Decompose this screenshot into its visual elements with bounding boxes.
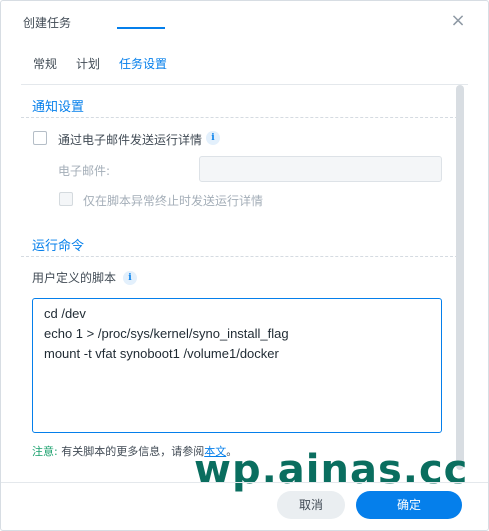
scrollbar-thumb[interactable] <box>456 85 464 470</box>
close-icon[interactable]: × <box>448 11 468 31</box>
watermark: wp.ainas.cc <box>194 447 469 493</box>
active-tab-indicator <box>117 27 165 29</box>
footer-divider <box>1 482 488 483</box>
note-prefix: 注意: <box>32 445 58 458</box>
tab-general[interactable]: 常规 <box>33 55 57 72</box>
script-label: 用户定义的脚本 <box>32 271 117 285</box>
section-divider <box>21 117 458 118</box>
task-settings-panel: 通知设置 通过电子邮件发送运行详情 i 电子邮件: 仅在脚本异常终止时发送运行详… <box>21 85 458 470</box>
email-field-label: 电子邮件: <box>58 164 111 178</box>
script-line: mount -t vfat synoboot1 /volume1/docker <box>44 346 279 361</box>
script-info-icon[interactable]: i <box>123 271 137 285</box>
script-line: cd /dev <box>44 306 86 321</box>
script-line: echo 1 > /proc/sys/kernel/syno_install_f… <box>44 326 289 341</box>
tab-schedule[interactable]: 计划 <box>76 55 100 72</box>
create-task-dialog: 创建任务 × 常规 计划 任务设置 通知设置 通过电子邮件发送运行详情 i 电子… <box>0 0 489 531</box>
content-scrollbar[interactable] <box>456 85 464 470</box>
script-textarea[interactable]: cd /dev echo 1 > /proc/sys/kernel/syno_i… <box>32 298 442 433</box>
abnormal-only-checkbox[interactable] <box>59 192 73 206</box>
abnormal-only-label: 仅在脚本异常终止时发送运行详情 <box>83 194 264 208</box>
tab-task-settings[interactable]: 任务设置 <box>119 55 167 72</box>
dialog-title: 创建任务 <box>23 16 72 30</box>
dialog-titlebar: 创建任务 × <box>1 1 488 43</box>
cancel-button[interactable]: 取消 <box>277 491 345 519</box>
email-details-checkbox[interactable] <box>33 131 47 145</box>
email-field[interactable] <box>199 156 442 182</box>
email-details-label: 通过电子邮件发送运行详情 <box>58 133 203 147</box>
section-divider <box>21 256 458 257</box>
email-info-icon[interactable]: i <box>206 131 220 145</box>
run-command-section-title: 运行命令 <box>32 239 85 254</box>
ok-button[interactable]: 确定 <box>356 491 462 519</box>
note-text: 有关脚本的更多信息，请参阅 <box>61 445 205 458</box>
notification-section-title: 通知设置 <box>32 100 85 115</box>
